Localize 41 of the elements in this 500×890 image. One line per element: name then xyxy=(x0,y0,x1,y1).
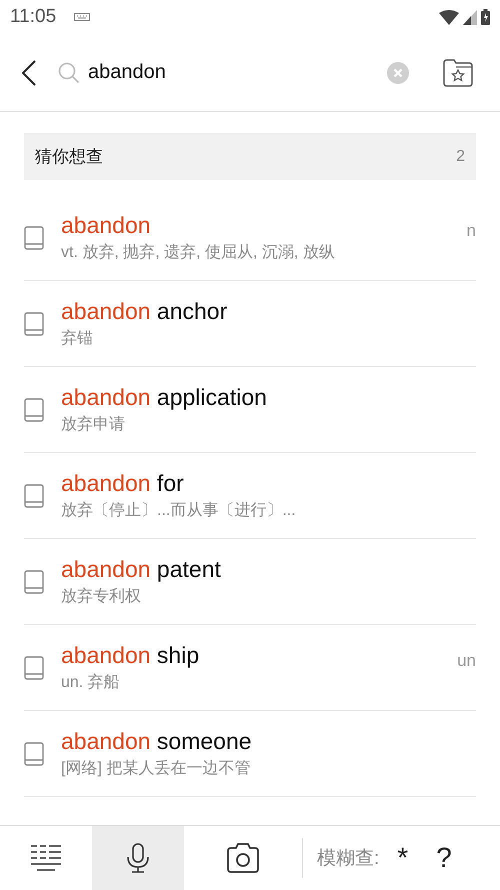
result-definition: 弃锚 xyxy=(61,328,94,349)
wildcard-key[interactable]: ? xyxy=(426,842,462,874)
result-term: abandon patent xyxy=(61,556,222,583)
search-field[interactable]: abandon xyxy=(58,61,387,84)
back-icon[interactable] xyxy=(22,60,36,86)
result-definition: [网络] 把某人丢在一边不管 xyxy=(61,758,252,779)
fuzzy-search-label: 模糊查: xyxy=(317,847,380,871)
book-icon xyxy=(24,570,44,594)
result-term: abandon application xyxy=(61,384,268,411)
result-definition: vt. 放弃, 抛弃, 遗弃, 使屈从, 沉溺, 放纵 xyxy=(61,242,336,263)
result-term: abandon someone xyxy=(61,728,253,755)
book-icon xyxy=(24,484,44,508)
status-time: 11:05 xyxy=(10,6,56,28)
book-icon xyxy=(24,312,44,336)
result-count: 2 xyxy=(456,148,465,166)
result-definition: 放弃〔停止〕...而从事〔进行〕... xyxy=(61,500,297,521)
book-icon xyxy=(24,742,44,766)
microphone-icon xyxy=(127,843,149,873)
list-icon xyxy=(31,844,61,872)
result-definition: 放弃专利权 xyxy=(61,586,142,607)
favorites-folder-icon[interactable] xyxy=(443,58,473,86)
part-of-speech-tag: un xyxy=(457,650,476,670)
wildcard-key[interactable]: * xyxy=(387,842,418,874)
result-definition: un. 弃船 xyxy=(61,672,121,693)
result-term: abandon anchor xyxy=(61,298,228,325)
search-icon xyxy=(58,62,80,84)
mic-button[interactable] xyxy=(92,826,184,890)
keyboard-icon xyxy=(74,13,90,21)
section-title: 猜你想查 xyxy=(35,146,103,168)
book-icon xyxy=(24,226,44,250)
result-definition: 放弃申请 xyxy=(61,414,126,435)
signal-icon xyxy=(463,10,477,24)
battery-icon xyxy=(481,9,490,25)
result-term: abandon xyxy=(61,212,152,239)
result-term: abandon for xyxy=(61,470,185,497)
camera-icon xyxy=(227,843,259,873)
wifi-icon xyxy=(439,10,459,24)
book-icon xyxy=(24,398,44,422)
result-term: abandon ship xyxy=(61,642,200,669)
book-icon xyxy=(24,656,44,680)
part-of-speech-tag: n xyxy=(466,220,476,240)
